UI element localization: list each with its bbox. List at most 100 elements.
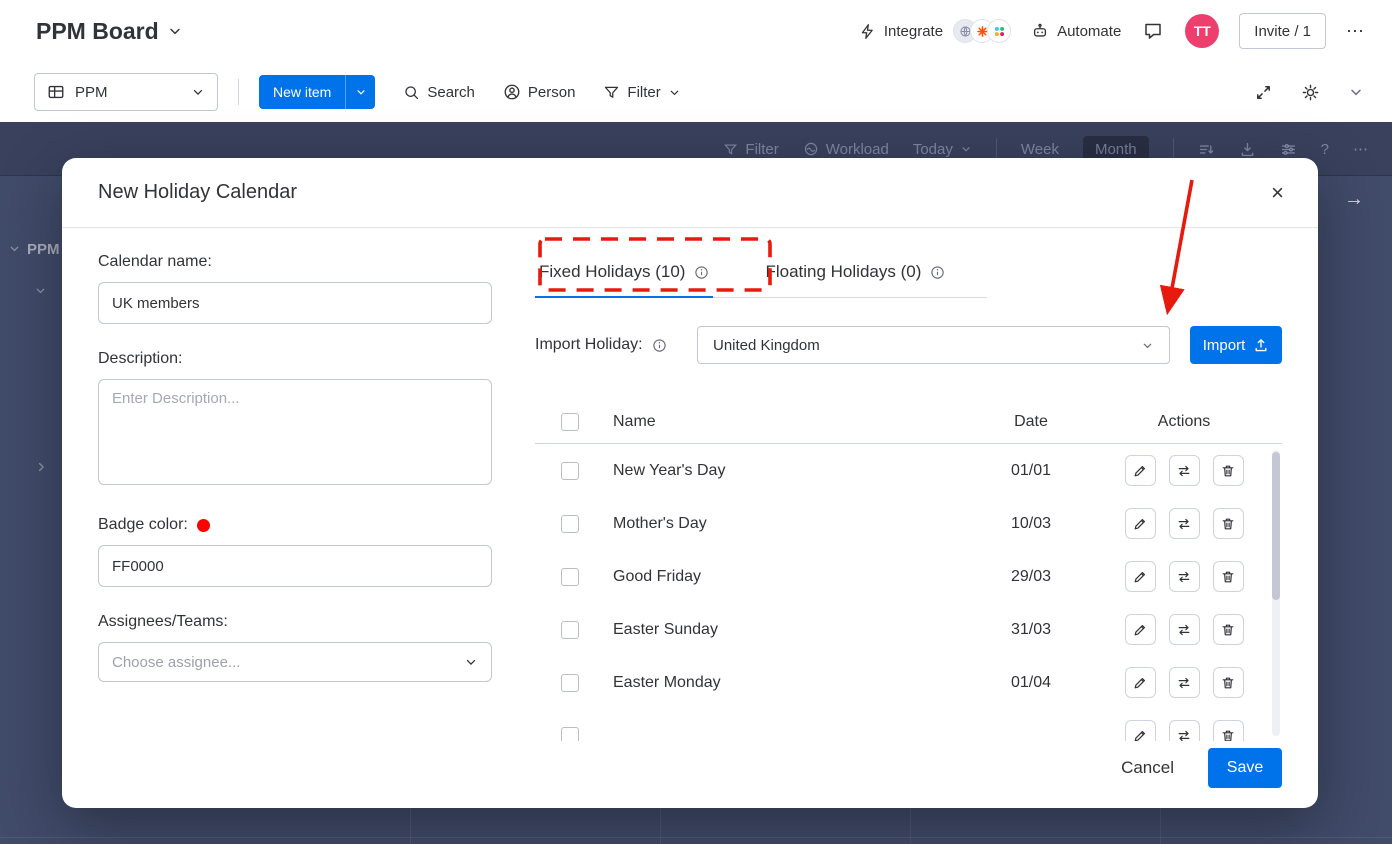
badge-color-swatch[interactable] bbox=[197, 519, 210, 532]
automate-icon bbox=[1031, 22, 1049, 40]
holiday-name: New Year's Day bbox=[613, 462, 976, 480]
row-checkbox[interactable] bbox=[561, 568, 579, 586]
edit-icon[interactable] bbox=[1125, 455, 1156, 486]
swap-icon[interactable] bbox=[1169, 614, 1200, 645]
row-checkbox[interactable] bbox=[561, 621, 579, 639]
description-textarea[interactable] bbox=[98, 379, 492, 485]
assignees-label: Assignees/Teams: bbox=[98, 613, 492, 631]
bg-group-label: PPM bbox=[27, 241, 60, 258]
country-value: United Kingdom bbox=[713, 337, 820, 354]
badge-color-input[interactable] bbox=[98, 545, 492, 587]
calendar-name-input[interactable] bbox=[98, 282, 492, 324]
select-all-checkbox[interactable] bbox=[561, 413, 579, 431]
bg-expand-chevron-icon[interactable] bbox=[34, 460, 48, 474]
bg-collapse-chevron-icon[interactable] bbox=[8, 242, 21, 255]
chevron-down-icon bbox=[191, 85, 205, 99]
settings-gear-icon[interactable] bbox=[1299, 81, 1322, 104]
holiday-name: Easter Sunday bbox=[613, 621, 976, 639]
new-holiday-calendar-modal: New Holiday Calendar × Calendar name: De… bbox=[62, 158, 1318, 808]
bg-filter-button[interactable]: Filter bbox=[723, 141, 778, 158]
edit-icon[interactable] bbox=[1125, 667, 1156, 698]
tab-floating-holidays[interactable]: Floating Holidays (0) bbox=[761, 262, 949, 297]
invite-button[interactable]: Invite / 1 bbox=[1239, 13, 1326, 49]
holiday-name: Mother's Day bbox=[613, 515, 976, 533]
row-checkbox[interactable] bbox=[561, 515, 579, 533]
swap-icon[interactable] bbox=[1169, 667, 1200, 698]
assignees-select[interactable]: Choose assignee... bbox=[98, 642, 492, 682]
search-button[interactable]: Search bbox=[403, 84, 475, 101]
row-checkbox[interactable] bbox=[561, 674, 579, 692]
edit-icon[interactable] bbox=[1125, 614, 1156, 645]
delete-icon[interactable] bbox=[1213, 667, 1244, 698]
info-icon[interactable] bbox=[694, 265, 709, 280]
table-icon bbox=[47, 83, 65, 101]
automate-button[interactable]: Automate bbox=[1031, 22, 1121, 40]
holiday-tabs: Fixed Holidays (10) Floating Holidays (0… bbox=[535, 262, 987, 298]
board-toolbar: PPM New item Search Person Filter bbox=[0, 62, 1392, 122]
new-item-dropdown-button[interactable] bbox=[345, 75, 375, 109]
delete-icon[interactable] bbox=[1213, 508, 1244, 539]
date-column-header: Date bbox=[976, 413, 1086, 431]
edit-icon[interactable] bbox=[1125, 508, 1156, 539]
integration-app-badges bbox=[953, 19, 1011, 43]
delete-icon[interactable] bbox=[1213, 720, 1244, 741]
swap-icon[interactable] bbox=[1169, 720, 1200, 741]
chevron-down-icon bbox=[1141, 339, 1154, 352]
bg-settings-sliders-icon[interactable] bbox=[1280, 141, 1297, 158]
new-item-button[interactable]: New item bbox=[259, 75, 345, 109]
save-button[interactable]: Save bbox=[1208, 748, 1282, 788]
swap-icon[interactable] bbox=[1169, 508, 1200, 539]
holiday-date: 10/03 bbox=[976, 515, 1086, 533]
chevron-down-icon[interactable] bbox=[167, 23, 183, 39]
row-checkbox[interactable] bbox=[561, 727, 579, 742]
swap-icon[interactable] bbox=[1169, 561, 1200, 592]
holiday-table-body: New Year's Day 01/01 Mother's Day 10/03 bbox=[535, 444, 1282, 741]
actions-column-header: Actions bbox=[1086, 413, 1282, 431]
tab-fixed-holidays[interactable]: Fixed Holidays (10) bbox=[535, 262, 713, 297]
import-button[interactable]: Import bbox=[1190, 326, 1282, 364]
badge-color-label: Badge color: bbox=[98, 516, 188, 534]
table-row: Easter Monday 01/04 bbox=[535, 656, 1282, 709]
close-icon[interactable]: × bbox=[1265, 181, 1290, 205]
new-item-split-button: New item bbox=[259, 75, 375, 109]
more-options-icon[interactable]: ⋯ bbox=[1346, 21, 1366, 42]
table-row: Easter Sunday 31/03 bbox=[535, 603, 1282, 656]
table-scrollbar-thumb[interactable] bbox=[1272, 452, 1280, 600]
bg-today-select[interactable]: Today bbox=[913, 141, 972, 158]
country-select[interactable]: United Kingdom bbox=[697, 326, 1170, 364]
collapse-header-chevron-icon[interactable] bbox=[1346, 82, 1366, 102]
fullscreen-icon[interactable] bbox=[1252, 81, 1275, 104]
board-title[interactable]: PPM Board bbox=[36, 18, 159, 45]
name-column-header: Name bbox=[613, 413, 976, 431]
bg-scroll-right-arrow[interactable]: → bbox=[1344, 188, 1364, 211]
bg-more-options-icon[interactable]: ⋯ bbox=[1353, 140, 1368, 158]
edit-icon[interactable] bbox=[1125, 561, 1156, 592]
delete-icon[interactable] bbox=[1213, 614, 1244, 645]
bg-help-button[interactable]: ? bbox=[1321, 141, 1329, 158]
bg-collapse-chevron-icon[interactable] bbox=[34, 284, 47, 297]
holiday-name: Easter Monday bbox=[613, 674, 976, 692]
table-row: Mother's Day 10/03 bbox=[535, 497, 1282, 550]
calendar-form: Calendar name: Description: Badge color:… bbox=[98, 253, 492, 741]
board-view-select[interactable]: PPM bbox=[34, 73, 218, 111]
chat-icon[interactable] bbox=[1141, 19, 1165, 43]
assignees-placeholder: Choose assignee... bbox=[112, 654, 240, 671]
filter-button[interactable]: Filter bbox=[603, 84, 680, 101]
info-icon[interactable] bbox=[930, 265, 945, 280]
swap-icon[interactable] bbox=[1169, 455, 1200, 486]
integrate-button[interactable]: Integrate bbox=[859, 19, 1011, 43]
info-icon[interactable] bbox=[652, 338, 667, 353]
bg-sort-icon[interactable] bbox=[1198, 141, 1215, 158]
cancel-button[interactable]: Cancel bbox=[1115, 757, 1180, 779]
avatar[interactable]: TT bbox=[1185, 14, 1219, 48]
edit-icon[interactable] bbox=[1125, 720, 1156, 741]
delete-icon[interactable] bbox=[1213, 455, 1244, 486]
modal-title: New Holiday Calendar bbox=[98, 181, 297, 204]
calendar-name-label: Calendar name: bbox=[98, 253, 492, 271]
person-filter-button[interactable]: Person bbox=[503, 83, 576, 101]
row-checkbox[interactable] bbox=[561, 462, 579, 480]
delete-icon[interactable] bbox=[1213, 561, 1244, 592]
bg-workload-button[interactable]: Workload bbox=[803, 141, 889, 158]
bg-week-button[interactable]: Week bbox=[1021, 141, 1059, 158]
bg-export-icon[interactable] bbox=[1239, 141, 1256, 158]
